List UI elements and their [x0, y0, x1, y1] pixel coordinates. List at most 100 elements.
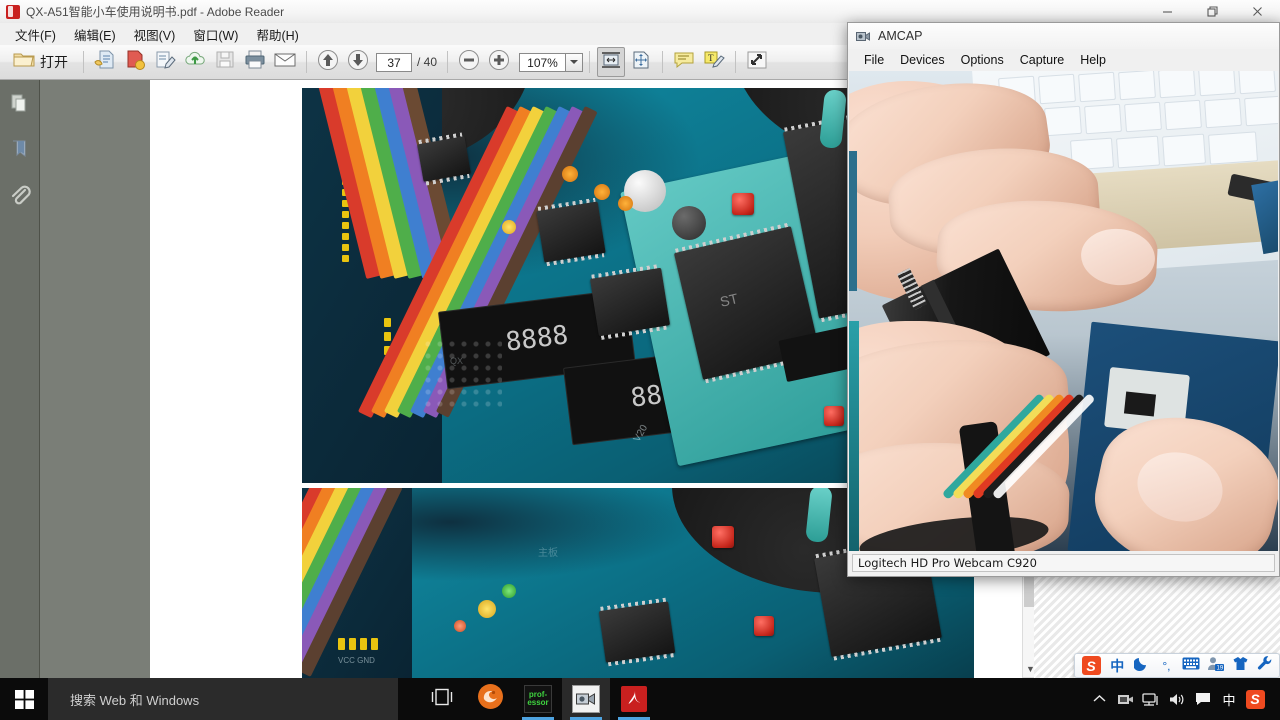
svg-text:T: T: [708, 53, 714, 63]
close-button[interactable]: [1235, 0, 1280, 22]
ime-punctuation-toggle[interactable]: °,: [1155, 655, 1178, 676]
fullscreen-icon: [746, 50, 768, 75]
comment-button[interactable]: [670, 47, 698, 77]
taskbar-professor[interactable]: prof- essor: [514, 678, 562, 720]
amcap-video-preview[interactable]: [849, 71, 1278, 551]
email-button[interactable]: [271, 47, 299, 77]
toolbar-separator: [447, 51, 449, 73]
menu-view[interactable]: 视图(V): [125, 23, 185, 46]
zoom-out-icon: [458, 49, 480, 76]
firefox-icon: [477, 683, 504, 715]
amcap-menu-devices[interactable]: Devices: [892, 51, 952, 69]
amcap-window-title: AMCAP: [878, 29, 923, 43]
windows-start-icon[interactable]: [0, 678, 48, 720]
zoom-out-button[interactable]: [455, 47, 483, 77]
tray-removable-media[interactable]: [1112, 678, 1138, 720]
amcap-menu-help[interactable]: Help: [1072, 51, 1114, 69]
chinese-ime-icon: 中: [1222, 692, 1236, 708]
amcap-menu-bar: File Devices Options Capture Help: [848, 49, 1279, 71]
fit-page-icon: [631, 50, 651, 75]
adobe-reader-icon: [6, 4, 20, 19]
ime-moon-toggle[interactable]: [1131, 655, 1154, 676]
tray-edge-spacer: [1268, 678, 1274, 720]
amcap-window: AMCAP File Devices Options Capture Help: [847, 22, 1280, 577]
tray-volume[interactable]: [1164, 678, 1190, 720]
sign-button[interactable]: [151, 47, 179, 77]
page-number-input[interactable]: 37: [376, 52, 412, 72]
zoom-level-input[interactable]: 107%: [519, 52, 566, 72]
print-button[interactable]: [241, 47, 269, 77]
fit-width-icon: [601, 50, 621, 75]
tshirt-skin-icon: [1232, 656, 1249, 676]
combine-files-button[interactable]: [121, 47, 149, 77]
comment-bubble-icon: [673, 51, 695, 74]
ime-mode-chinese[interactable]: 中: [1106, 655, 1129, 676]
open-file-button[interactable]: 打开: [5, 47, 76, 77]
menu-window[interactable]: 窗口(W): [184, 23, 247, 46]
ime-toolbox[interactable]: [1253, 655, 1276, 676]
zoom-in-button[interactable]: [485, 47, 513, 77]
tray-sogou[interactable]: S: [1242, 678, 1268, 720]
amcap-menu-capture[interactable]: Capture: [1012, 51, 1072, 69]
windows-taskbar: 搜索 Web 和 Windows prof- essor 中 S: [0, 678, 1280, 720]
open-file-label: 打开: [40, 54, 68, 70]
toolbar-separator: [83, 51, 84, 73]
wrench-toolbox-icon: [1257, 655, 1273, 676]
page-thumbnails-button[interactable]: [7, 92, 33, 118]
text-edit-icon: T: [703, 50, 725, 74]
toolbar-separator: [589, 51, 591, 73]
text-edit-button[interactable]: T: [700, 47, 728, 77]
menu-help[interactable]: 帮助(H): [247, 23, 307, 46]
amcap-menu-options[interactable]: Options: [953, 51, 1012, 69]
email-icon: [274, 52, 296, 73]
ime-skin[interactable]: [1229, 655, 1252, 676]
save-button[interactable]: [211, 47, 239, 77]
menu-edit[interactable]: 编辑(E): [65, 23, 125, 46]
ime-soft-keyboard[interactable]: [1180, 655, 1203, 676]
reader-title-bar[interactable]: QX-A51智能小车使用说明书.pdf - Adobe Reader: [0, 0, 1280, 24]
arrow-up-icon: [317, 49, 339, 76]
create-pdf-icon: [94, 50, 116, 75]
taskbar-search-input[interactable]: 搜索 Web 和 Windows: [48, 678, 398, 720]
bookmark-icon: [10, 139, 30, 164]
tray-ime-language[interactable]: 中: [1216, 678, 1242, 720]
amcap-device-status: Logitech HD Pro Webcam C920: [858, 556, 1037, 570]
tray-network[interactable]: [1138, 678, 1164, 720]
taskbar-adobe-reader[interactable]: [610, 678, 658, 720]
amcap-menu-file[interactable]: File: [856, 51, 892, 69]
toolbar-separator: [735, 51, 737, 73]
arrow-down-icon: [347, 49, 369, 76]
cloud-upload-button[interactable]: [181, 47, 209, 77]
chevron-down-icon: [570, 60, 579, 64]
sogou-input-toolbar[interactable]: S 中 °, 19: [1074, 653, 1280, 678]
taskbar-amcap[interactable]: [562, 678, 610, 720]
ime-user-center[interactable]: 19: [1204, 655, 1227, 676]
fit-width-button[interactable]: [597, 47, 626, 77]
amcap-title-bar[interactable]: AMCAP: [848, 23, 1279, 50]
reader-navigation-rail: [0, 80, 40, 678]
reader-window-title: QX-A51智能小车使用说明书.pdf - Adobe Reader: [26, 5, 285, 19]
taskbar-app-list: prof- essor: [418, 678, 658, 720]
taskbar-firefox[interactable]: [466, 678, 514, 720]
adobe-reader-taskbar-icon: [621, 686, 647, 712]
minimize-button[interactable]: [1145, 0, 1190, 22]
attachments-button[interactable]: [7, 184, 33, 210]
bookmarks-button[interactable]: [7, 138, 33, 164]
fullscreen-button[interactable]: [743, 47, 771, 77]
next-page-button[interactable]: [344, 47, 372, 77]
sogou-logo-icon[interactable]: S: [1078, 654, 1104, 677]
fit-page-button[interactable]: [627, 47, 655, 77]
previous-page-button[interactable]: [314, 47, 342, 77]
zoom-dropdown-button[interactable]: [565, 52, 584, 72]
taskview-button[interactable]: [418, 678, 466, 720]
menu-file[interactable]: 文件(F): [6, 23, 65, 46]
amcap-taskbar-icon: [572, 685, 600, 713]
seg-digits-1: 8888: [504, 320, 570, 358]
create-pdf-button[interactable]: [91, 47, 119, 77]
restore-button[interactable]: [1190, 0, 1235, 22]
folder-open-icon: [13, 51, 35, 74]
tray-show-hidden[interactable]: [1086, 678, 1112, 720]
sign-edit-icon: [154, 50, 176, 75]
tray-action-center[interactable]: [1190, 678, 1216, 720]
sogou-tray-icon: S: [1245, 689, 1265, 709]
